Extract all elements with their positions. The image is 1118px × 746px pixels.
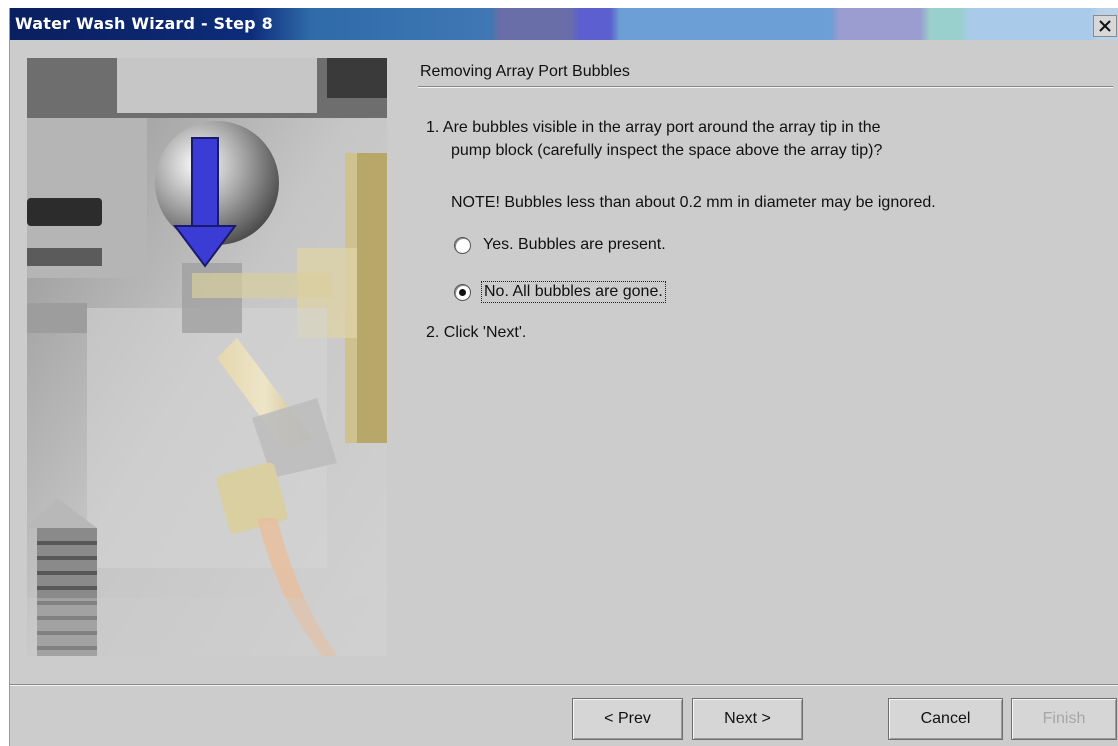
pump-block-photo [27,58,387,656]
close-icon [1099,20,1111,32]
step-1-line-1: 1. Are bubbles visible in the array port… [426,119,881,136]
radio-option-yes[interactable]: Yes. Bubbles are present. [454,235,668,255]
cancel-button[interactable]: Cancel [888,698,1003,740]
radio-button-icon[interactable] [454,236,471,254]
radio-option-no[interactable]: No. All bubbles are gone. [454,281,666,303]
prev-button[interactable]: < Prev [572,698,683,740]
section-divider [418,86,1113,88]
radio-label-yes[interactable]: Yes. Bubbles are present. [481,235,668,255]
step-2-instruction: 2. Click 'Next'. [426,324,527,341]
radio-label-no[interactable]: No. All bubbles are gone. [481,281,666,303]
next-button[interactable]: Next > [692,698,803,740]
window-title: Water Wash Wizard - Step 8 [15,14,273,33]
step-1-question: 1. Are bubbles visible in the array port… [426,116,882,162]
footer-divider [10,684,1118,686]
finish-button[interactable]: Finish [1011,698,1117,740]
radio-button-icon[interactable] [454,283,471,301]
note-text: NOTE! Bubbles less than about 0.2 mm in … [451,194,936,211]
close-button[interactable] [1093,15,1117,37]
title-bar[interactable]: Water Wash Wizard - Step 8 [10,8,1118,40]
step-1-line-2: pump block (carefully inspect the space … [451,142,883,159]
wizard-window: Water Wash Wizard - Step 8 Removing Arra… [9,8,1118,746]
section-title: Removing Array Port Bubbles [420,63,630,80]
